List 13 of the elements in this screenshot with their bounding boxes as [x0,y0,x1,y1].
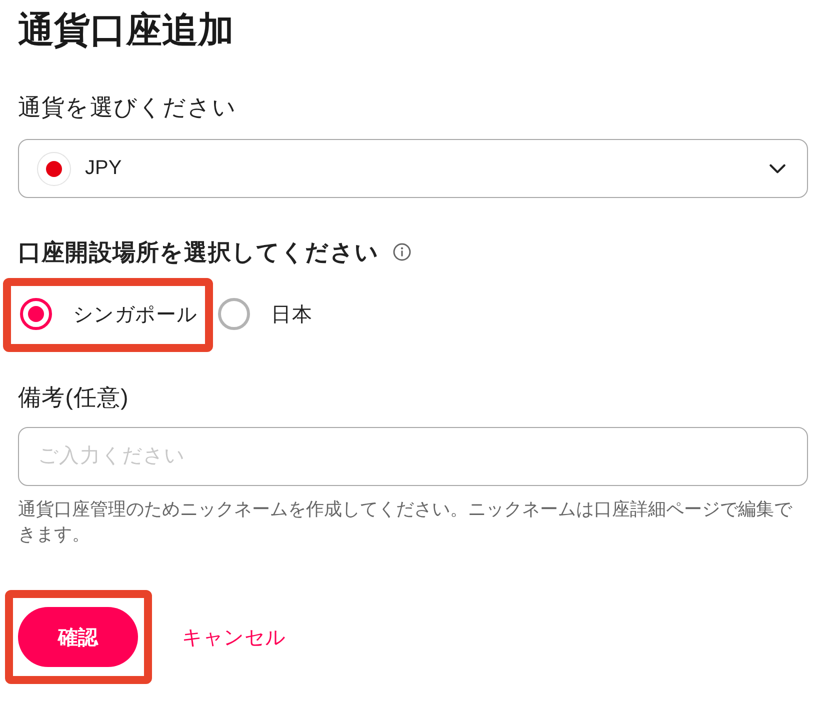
flag-icon [37,152,71,186]
radio-option[interactable]: 日本 [218,294,313,334]
location-label: 口座開設場所を選択してください [18,238,379,267]
cancel-link[interactable]: キャンセル [182,624,286,650]
chevron-down-icon [769,164,786,174]
info-icon[interactable] [393,243,411,261]
currency-select[interactable]: JPY [18,139,808,198]
remarks-label: 備考(任意) [18,383,130,412]
currency-label: 通貨を選びください [18,93,238,122]
confirm-button[interactable]: 確認 [18,607,138,667]
radio-option[interactable]: シンガポール [20,294,198,334]
page-title: 通貨口座追加 [18,8,235,52]
help-text: 通貨口座管理のためニックネームを作成してください。ニックネームは口座詳細ページで編集できます。 [18,498,794,546]
